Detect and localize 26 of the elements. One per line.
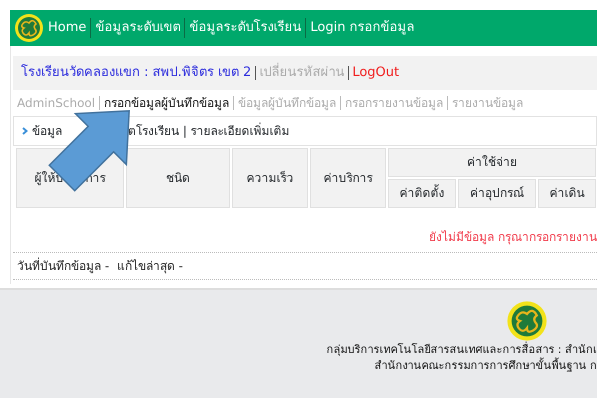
nav-link[interactable]: ข้อมูลระดับโรงเรียน [189, 18, 306, 38]
heading-text: ตโรงเรียน | รายละเอียดเพิ่มเติม [128, 122, 290, 140]
emblem-logo [506, 300, 548, 342]
tab[interactable]: ข้อมูลผู้บันทึกข้อมูล [238, 96, 342, 110]
column-header: ความเร็ว [232, 148, 308, 208]
column-header: ค่าบริการ [310, 148, 386, 208]
record-info: วันที่บันทึกข้อมูล - แก้ไขล่าสุด - [16, 256, 184, 276]
tab[interactable]: AdminSchool [17, 96, 100, 110]
nav-link[interactable]: Home [48, 18, 92, 38]
heading-text: ข้อมูล [32, 122, 62, 140]
tab[interactable]: รายงานข้อมูล [452, 96, 524, 110]
school-name: โรงเรียนวัดคลองแขก : สพป.พิจิตร เขต 2 [21, 66, 256, 80]
nav-link[interactable]: Login กรอกข้อมูล [310, 18, 415, 38]
column-header: ค่าอุปกรณ์ [458, 178, 536, 208]
empty-message: ยังไม่มีข้อมูล กรุณากรอกรายงาน [428, 228, 597, 246]
emblem-logo [14, 13, 44, 43]
chevron-icon [22, 126, 28, 134]
column-header: ชนิด [126, 148, 230, 208]
nav-link[interactable]: ข้อมูลระดับเขต [95, 18, 186, 38]
tab[interactable]: กรอกรายงานข้อมูล [345, 96, 448, 110]
column-header: ค่าติดตั้ง [388, 178, 456, 208]
column-group-header: ค่าใช้จ่าย [388, 148, 596, 176]
footer-text: สำนักงานคณะกรรมการการศึกษาขั้นพื้นฐาน ก [374, 358, 597, 374]
footer-text: กลุ่มบริการเทคโนโลยีสารสนเทศและการสื่อสาร : สำนักเ [326, 342, 597, 358]
logout-link[interactable]: LogOut [352, 66, 400, 80]
column-header: ค่าเดิน [538, 178, 596, 208]
